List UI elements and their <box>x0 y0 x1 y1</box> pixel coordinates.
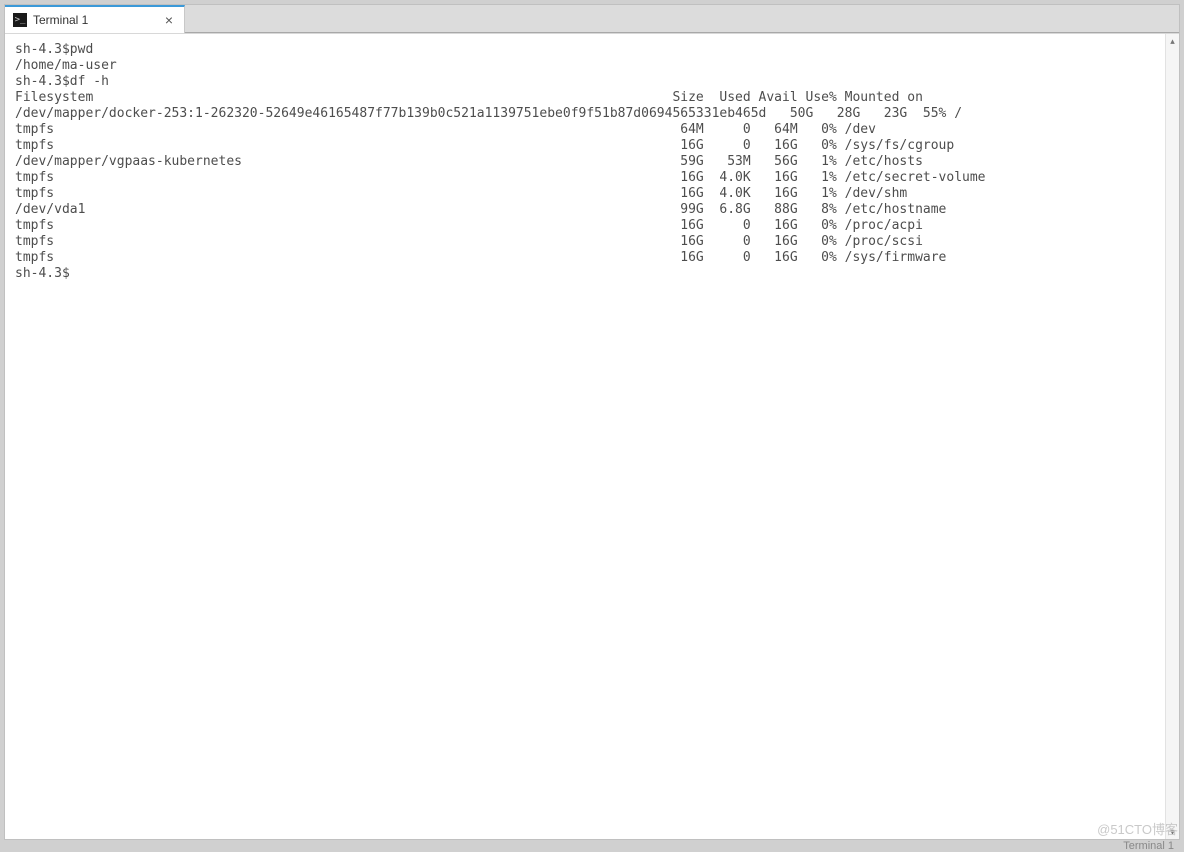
scroll-up-icon[interactable]: ▴ <box>1166 34 1179 48</box>
status-right: Terminal 1 <box>1123 840 1174 852</box>
terminal-window: >_ Terminal 1 × sh-4.3$pwd /home/ma-user… <box>4 4 1180 840</box>
terminal-area[interactable]: sh-4.3$pwd /home/ma-user sh-4.3$df -h Fi… <box>5 33 1179 839</box>
close-icon[interactable]: × <box>162 13 176 27</box>
tab-terminal-1[interactable]: >_ Terminal 1 × <box>5 5 185 33</box>
tab-title: Terminal 1 <box>33 13 88 27</box>
terminal-icon: >_ <box>13 13 27 27</box>
scroll-track[interactable] <box>1166 48 1179 825</box>
scrollbar[interactable]: ▴ ▾ <box>1165 34 1179 839</box>
scroll-down-icon[interactable]: ▾ <box>1166 825 1179 839</box>
tab-bar: >_ Terminal 1 × <box>5 5 1179 33</box>
terminal-output[interactable]: sh-4.3$pwd /home/ma-user sh-4.3$df -h Fi… <box>5 34 1179 290</box>
